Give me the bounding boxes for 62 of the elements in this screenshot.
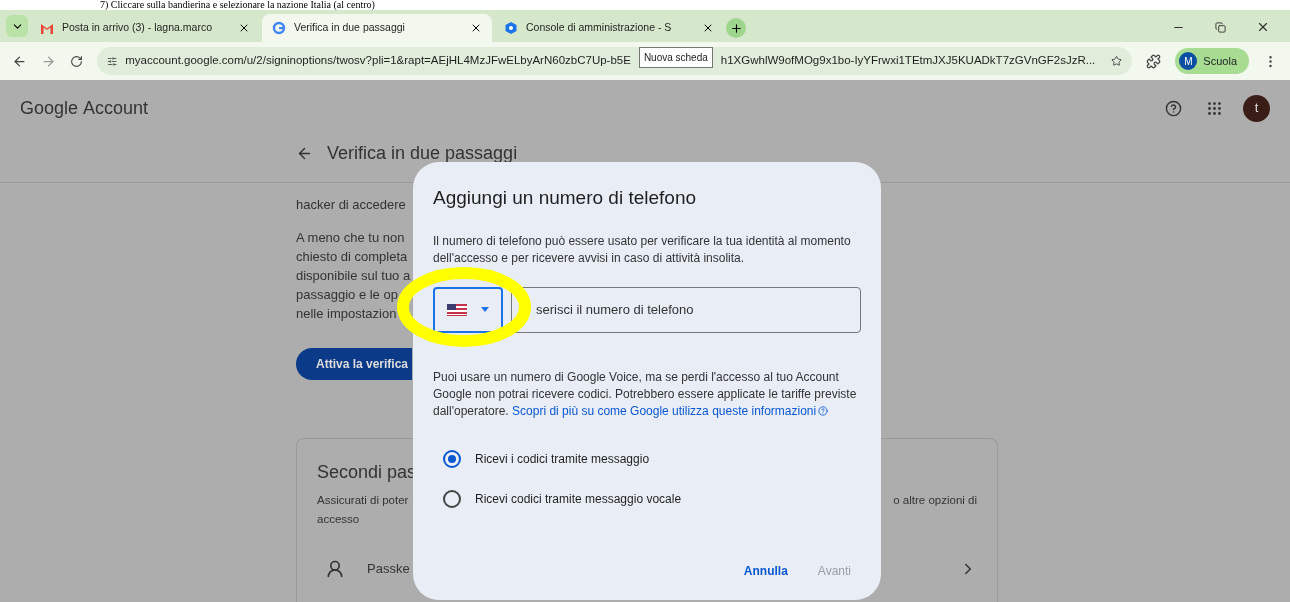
tab-title: Posta in arrivo (3) - lagna.marco [62, 20, 213, 36]
close-icon[interactable] [470, 22, 482, 34]
country-picker[interactable] [433, 286, 503, 333]
flag-icon [447, 303, 467, 316]
google-logo: Google [20, 96, 79, 120]
phone-input[interactable]: serisci il numero di telefono [511, 286, 861, 333]
back-arrow-icon[interactable] [12, 53, 27, 69]
intro-text-line: disponibile sul tuo a [296, 267, 411, 285]
card-text: Assicurati di poter [317, 493, 409, 508]
help-icon[interactable] [818, 406, 829, 417]
help-icon[interactable] [1165, 99, 1182, 117]
tab-search-button[interactable] [6, 15, 28, 37]
tab-title: Verifica in due passaggi [294, 20, 406, 36]
dropdown-caret-icon [481, 307, 489, 312]
radio-label: Ricevi codici tramite messaggio vocale [475, 490, 682, 508]
product-name: Account [83, 96, 149, 120]
card-text: o altre opzioni di [893, 493, 977, 508]
phone-input-text[interactable]: serisci il numero di telefono [536, 299, 860, 320]
reload-icon[interactable] [70, 54, 83, 68]
mail-icon [40, 22, 54, 34]
browser-tab[interactable]: Verifica in due passaggi [262, 14, 492, 42]
bookmark-star-icon[interactable] [1111, 54, 1123, 68]
close-icon[interactable] [238, 22, 250, 34]
forward-arrow-icon[interactable] [41, 53, 56, 69]
restore-icon[interactable] [1215, 21, 1226, 33]
intro-text-line: chiesto di completa [296, 248, 408, 266]
browser-tab[interactable]: Console di amministrazione - S [494, 14, 724, 42]
profile-button[interactable]: M Scuola [1175, 48, 1249, 74]
radio-button[interactable] [443, 449, 461, 468]
passkey-item[interactable]: Passke [367, 558, 410, 579]
tab-title: Console di amministrazione - S [526, 20, 673, 36]
intro-text-line: passaggio e le op [296, 286, 398, 304]
intro-text-line: nelle impostazion [296, 305, 397, 323]
dialog-title: Aggiungi un numero di telefono [433, 186, 698, 210]
dialog-description: Il numero di telefono può essere usato per verificare la tua identità al momento dell'accesso e per ricevere avvisi in caso di attività insolita. [433, 232, 852, 267]
close-icon[interactable] [1256, 20, 1270, 34]
intro-text-line: A meno che tu non [296, 229, 405, 247]
browser-tab[interactable]: Posta in arrivo (3) - lagna.marco [30, 14, 260, 42]
intro-text-line: hacker di accedere [296, 196, 406, 214]
tooltip: Nuova scheda [638, 46, 713, 68]
radio-button[interactable] [443, 489, 461, 508]
card-text: accesso [317, 512, 361, 528]
profile-avatar: M [1179, 52, 1198, 70]
user-avatar[interactable]: t [1243, 94, 1270, 122]
url-text: myaccount.google.com/u/2/signinoptions/twosv?pli=1&rapt=AEjHL4MzJFwELbyArN60zbC7Up-b5E [125, 53, 631, 69]
apps-grid-icon[interactable] [1206, 99, 1223, 117]
new-tab-button[interactable] [726, 18, 746, 38]
learn-more-link[interactable]: Scopri di più su come Google utilizza queste informazioni [512, 403, 817, 418]
enable-verification-button[interactable]: Attiva la verifica [296, 348, 412, 380]
voice-note: Puoi usare un numero di Google Voice, ma se perdi l'accesso al tuo Account Google non potrai ricevere codici. Potrebbero essere applicate le tariffe previste dall'operatore. Scopri di più su come Google utilizza queste informazioni [433, 368, 858, 420]
plus-icon [729, 21, 743, 35]
tutorial-caption: 7) Cliccare sulla bandierina e selezionare la nazione Italia (al centro) [100, 0, 375, 10]
radio-label: Ricevi i codici tramite messaggio [475, 450, 650, 468]
google-g-icon [272, 21, 286, 35]
url-text: h1XGwhlW9ofMOg9x1bo-IyYFrwxi1TEtmJXJ5KUADkT7zGVnGF2sJzR... [720, 53, 1096, 69]
dialog-action-button[interactable]: Annulla [733, 558, 798, 584]
site-settings-icon[interactable] [107, 54, 118, 68]
page-title: Verifica in due passaggi [327, 142, 518, 165]
address-field[interactable]: myaccount.google.com/u/2/signinoptions/twosv?pli=1&rapt=AEjHL4MzJFwELbyArN60zbC7Up-b5E Nuova scheda h1XGwhlW9ofMOg9x1bo-IyYFrwxi1TEtmJXJ5KUADkT7zGVnGF2sJzR... [97, 47, 1133, 75]
close-icon[interactable] [702, 22, 714, 34]
extensions-icon[interactable] [1146, 53, 1162, 69]
hexagon-icon [504, 21, 518, 35]
